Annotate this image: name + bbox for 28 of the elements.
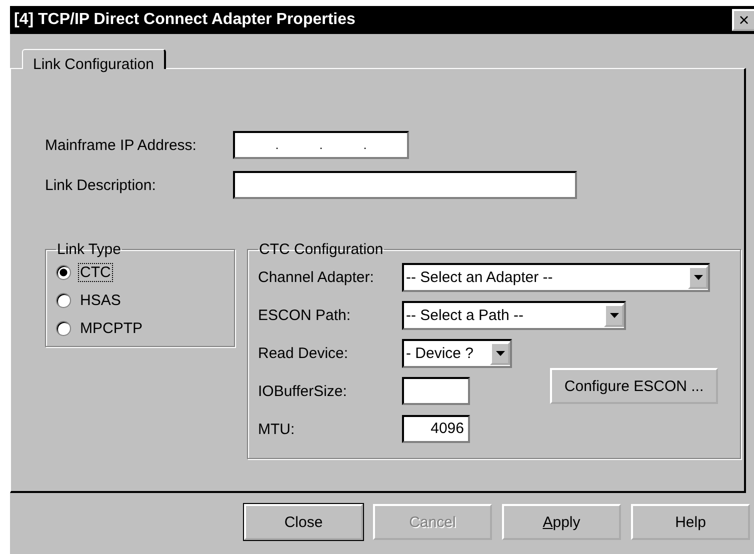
description-label: Link Description: <box>45 176 157 194</box>
radio-label: CTC <box>79 264 112 280</box>
dropdown[interactable]: -- Select a Path -- <box>402 300 626 330</box>
configure-escon-button[interactable]: Configure ESCON ... <box>550 368 718 404</box>
field-label: ESCON Path: <box>258 306 352 324</box>
description-field[interactable] <box>233 171 577 199</box>
input-field[interactable]: 4096 <box>402 415 470 443</box>
dialog-button[interactable]: Apply <box>502 504 621 540</box>
radio-button[interactable] <box>56 292 71 308</box>
radio-button[interactable] <box>56 264 71 280</box>
field-label: Channel Adapter: <box>258 268 375 286</box>
field-label: IOBufferSize: <box>258 382 348 400</box>
group-title: CTC Configuration <box>258 241 384 258</box>
dialog-button[interactable]: Close <box>244 504 363 540</box>
field-label: Read Device: <box>258 344 350 362</box>
radio-button[interactable] <box>56 320 71 336</box>
input-field[interactable] <box>402 377 470 405</box>
window-title: [4] TCP/IP Direct Connect Adapter Properties <box>14 11 356 29</box>
dialog-button[interactable]: Help <box>631 504 750 540</box>
ip-address-label: Mainframe IP Address: <box>45 136 198 154</box>
group-title: Link Type <box>56 241 122 258</box>
field-label: MTU: <box>258 420 296 438</box>
dropdown[interactable]: -- Select an Adapter -- <box>402 262 710 292</box>
ip-address-field[interactable]: . . . <box>233 131 409 159</box>
radio-label: MPCPTP <box>79 320 144 336</box>
dropdown[interactable]: - Device ? <box>402 338 512 368</box>
radio-label: HSAS <box>79 292 122 308</box>
close-button[interactable]: × <box>732 9 754 31</box>
